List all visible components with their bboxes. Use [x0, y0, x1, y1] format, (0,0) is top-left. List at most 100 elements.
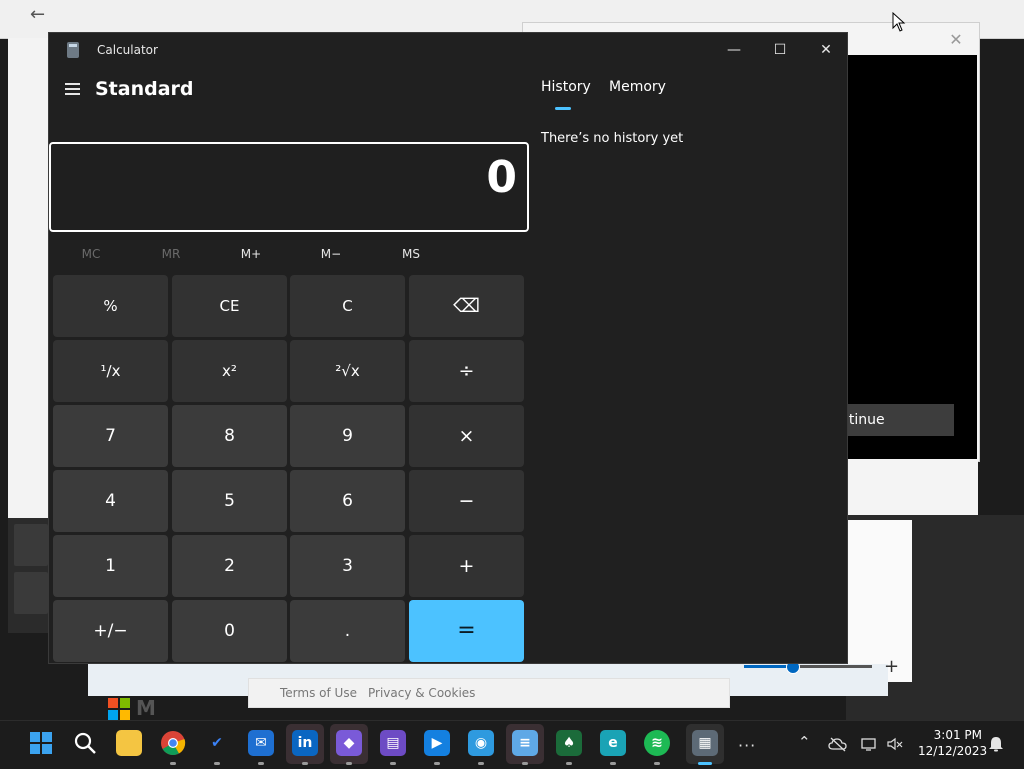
system-clock[interactable]: 3:01 PM 12/12/2023: [918, 727, 988, 759]
minimize-button[interactable]: —: [711, 33, 757, 67]
file-explorer-icon[interactable]: [116, 730, 142, 756]
taskbar-running-indicator: [698, 762, 712, 765]
media-player-icon[interactable]: ▶: [424, 730, 450, 756]
memory-clear-button: MC: [81, 247, 101, 261]
maximize-icon: ☐: [773, 42, 787, 58]
eight-button[interactable]: 8: [172, 405, 287, 467]
mail-icon[interactable]: ✉: [248, 730, 274, 756]
clipchamp-icon[interactable]: ◆: [336, 730, 362, 756]
taskbar-running-indicator: [478, 762, 484, 765]
multiply-button[interactable]: ×: [409, 405, 524, 467]
background-dark-panel: [8, 518, 48, 633]
calculator-window: Calculator — ☐ ✕ Standard 0 MC MR M+ M− MS %…: [48, 32, 848, 664]
taskbar-running-indicator: [566, 762, 572, 765]
solitaire-icon[interactable]: ♠: [556, 730, 582, 756]
tab-history[interactable]: History: [541, 79, 591, 95]
clear-entry-button[interactable]: CE: [172, 275, 287, 337]
negate-button[interactable]: +/−: [53, 600, 168, 662]
two-button[interactable]: 2: [172, 535, 287, 597]
decimal-button[interactable]: .: [290, 600, 405, 662]
close-icon: ✕: [820, 42, 832, 58]
add-button[interactable]: +: [409, 535, 524, 597]
chrome-icon[interactable]: [160, 730, 186, 756]
volume-muted-icon[interactable]: [886, 736, 904, 752]
percent-button[interactable]: %: [53, 275, 168, 337]
background-footer: Terms of Use Privacy & Cookies: [248, 678, 730, 708]
calculator-mode-title: Standard: [95, 78, 194, 100]
dialog-close-icon[interactable]: ✕: [946, 30, 966, 50]
clock-date: 12/12/2023: [918, 744, 988, 758]
equals-button[interactable]: =: [409, 600, 524, 662]
terms-of-use-link[interactable]: Terms of Use: [280, 686, 357, 700]
notification-bell-icon[interactable]: [988, 736, 1004, 752]
zoom-in-button[interactable]: +: [884, 656, 899, 677]
show-hidden-icons-icon[interactable]: ⌃: [798, 733, 811, 751]
title-bar[interactable]: Calculator — ☐ ✕: [49, 33, 849, 67]
todo-icon[interactable]: ✔: [204, 730, 230, 756]
minimize-icon: —: [727, 42, 741, 58]
history-empty-message: There’s no history yet: [541, 131, 684, 146]
more-apps-button[interactable]: ···: [738, 736, 756, 755]
result-display: 0: [49, 142, 529, 232]
edge-icon[interactable]: e: [600, 730, 626, 756]
active-tab-indicator: [555, 107, 571, 110]
maps-icon[interactable]: ◉: [468, 730, 494, 756]
subtract-button[interactable]: −: [409, 470, 524, 532]
zoom-slider-fill: [744, 665, 792, 668]
back-arrow-icon[interactable]: ←: [30, 4, 56, 26]
continue-button[interactable]: ntinue: [846, 404, 954, 436]
network-icon[interactable]: [860, 736, 878, 752]
clear-button[interactable]: C: [290, 275, 405, 337]
taskbar-running-indicator: [654, 762, 660, 765]
onedrive-icon[interactable]: [828, 736, 848, 752]
start-button-icon[interactable]: [28, 730, 54, 756]
reciprocal-button[interactable]: ¹∕x: [53, 340, 168, 402]
tab-memory[interactable]: Memory: [609, 79, 666, 95]
taskbar-running-indicator: [170, 762, 176, 765]
square-root-button[interactable]: ²√x: [290, 340, 405, 402]
taskbar-running-indicator: [434, 762, 440, 765]
one-button[interactable]: 1: [53, 535, 168, 597]
nine-button[interactable]: 9: [290, 405, 405, 467]
memory-recall-button: MR: [161, 247, 181, 261]
five-button[interactable]: 5: [172, 470, 287, 532]
six-button[interactable]: 6: [290, 470, 405, 532]
seven-button[interactable]: 7: [53, 405, 168, 467]
background-window-left-pane: [8, 38, 48, 518]
brand-text: M: [136, 696, 156, 720]
spotify-icon[interactable]: ≋: [644, 730, 670, 756]
taskbar-running-indicator: [258, 762, 264, 765]
linkedin-icon[interactable]: in: [292, 730, 318, 756]
memory-subtract-button[interactable]: M−: [291, 243, 371, 265]
close-button[interactable]: ✕: [803, 33, 849, 67]
square-button[interactable]: x²: [172, 340, 287, 402]
four-button[interactable]: 4: [53, 470, 168, 532]
taskbar-running-indicator: [302, 762, 308, 765]
microsoft-logo-icon: [108, 698, 130, 720]
search-icon[interactable]: [72, 730, 98, 756]
background-window-strip: [846, 460, 978, 515]
mouse-pointer-icon: [892, 12, 906, 32]
navigation-menu-icon[interactable]: [65, 81, 83, 95]
calculator-app-icon: [67, 42, 79, 58]
privacy-link[interactable]: Privacy & Cookies: [368, 686, 475, 700]
continue-button-label: ntinue: [846, 412, 885, 428]
backspace-button[interactable]: ⌫: [409, 275, 524, 337]
video-editor-icon[interactable]: ▤: [380, 730, 406, 756]
memory-add-button[interactable]: M+: [211, 243, 291, 265]
calculator-taskbar-icon[interactable]: ▦: [692, 730, 718, 756]
taskbar-running-indicator: [346, 762, 352, 765]
taskbar-running-indicator: [390, 762, 396, 765]
zero-button[interactable]: 0: [172, 600, 287, 662]
memory-store-button[interactable]: MS: [371, 243, 451, 265]
background-tile: [14, 524, 48, 566]
notepad-icon[interactable]: ≡: [512, 730, 538, 756]
divide-button[interactable]: ÷: [409, 340, 524, 402]
clock-time: 3:01 PM: [933, 728, 982, 742]
taskbar-running-indicator: [214, 762, 220, 765]
taskbar-running-indicator: [522, 762, 528, 765]
three-button[interactable]: 3: [290, 535, 405, 597]
dialog-content-area: [846, 55, 977, 459]
maximize-button[interactable]: ☐: [757, 33, 803, 67]
background-tile: [14, 572, 48, 614]
